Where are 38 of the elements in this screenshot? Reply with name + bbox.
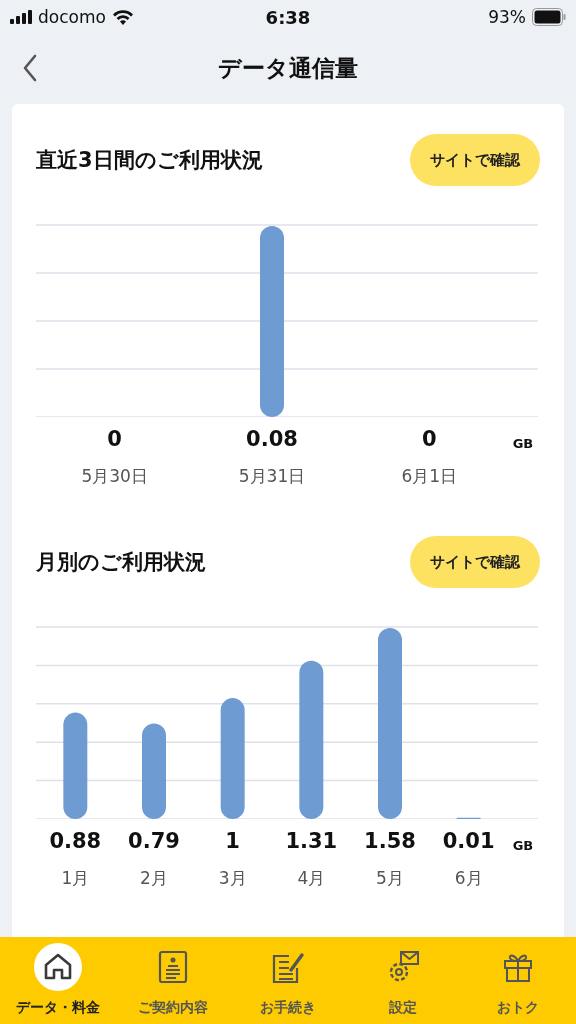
site-check-button[interactable]: サイトで確認 <box>410 134 540 186</box>
site-check-button[interactable]: サイトで確認 <box>410 536 540 588</box>
value-label: 1.58 <box>363 828 417 853</box>
tab-item[interactable]: おトク <box>460 937 576 1024</box>
tab-item[interactable]: 設定 <box>345 937 461 1024</box>
category-label: 3月 <box>217 867 248 890</box>
value-label: 0 <box>421 426 438 451</box>
category-label: 1月 <box>60 867 91 890</box>
category-label: 4月 <box>296 867 327 890</box>
value-label: 1 <box>224 828 241 853</box>
clock-time: 6:38 <box>265 6 311 28</box>
carrier-name: docomo <box>38 7 106 27</box>
tab-item[interactable]: データ・料金 <box>0 937 116 1024</box>
category-label: 6月 <box>453 867 484 890</box>
tab-item[interactable]: お手続き <box>230 937 346 1024</box>
value-label: 0 <box>106 426 123 451</box>
document-icon <box>157 950 188 984</box>
category-label: 6月1日 <box>400 465 459 488</box>
category-label: 5月31日 <box>237 465 307 488</box>
category-label: 2月 <box>139 867 169 890</box>
unit-label: GB <box>511 838 535 853</box>
section-title: 直近3日間のご利用状況 <box>36 147 263 174</box>
value-label: 1.31 <box>284 828 339 853</box>
battery-icon <box>532 8 566 26</box>
category-label: 5月30日 <box>80 465 149 488</box>
value-label: 0.08 <box>245 426 299 451</box>
battery-percent: 93% <box>488 7 526 27</box>
value-label: 0.01 <box>441 828 496 853</box>
wifi-icon <box>111 9 134 25</box>
edit-document-icon <box>271 950 305 984</box>
page-title: データ通信量 <box>218 53 358 83</box>
section-title: 月別のご利用状況 <box>36 549 206 576</box>
value-label: 0.79 <box>127 828 181 853</box>
value-label: 0.88 <box>48 828 103 853</box>
signal-icon <box>10 10 32 24</box>
tab-item[interactable]: ご契約内容 <box>115 937 231 1024</box>
unit-label: GB <box>511 436 535 451</box>
category-label: 5月 <box>375 867 405 890</box>
